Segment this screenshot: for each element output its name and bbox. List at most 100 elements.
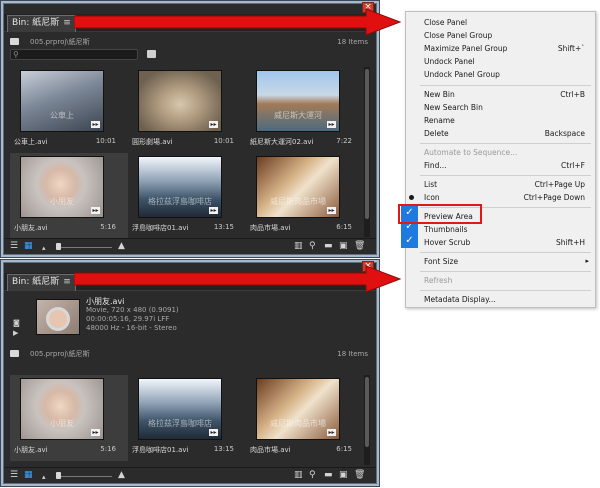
tab-label: Bin: 紙尼斯: [12, 277, 60, 287]
scrollbar-thumb[interactable]: [365, 69, 369, 219]
clip-item[interactable]: 威尼斯大運河 ▸▸ 紙尼斯大運河02.avi 7:22: [246, 67, 364, 153]
clip-item[interactable]: ▸▸ 圓形劇場.avi 10:01: [128, 67, 246, 153]
menu-item-list[interactable]: List Ctrl+Page Up: [406, 178, 595, 191]
video-badge-icon: ▸▸: [91, 121, 100, 128]
clip-duration: 5:16: [100, 445, 116, 453]
menu-item-rename[interactable]: Rename: [406, 114, 595, 127]
menu-item-new-bin[interactable]: New Bin Ctrl+B: [406, 88, 595, 101]
menu-item-maximize-panel-group[interactable]: Maximize Panel Group Shift+`: [406, 42, 595, 55]
icon-view-icon[interactable]: ▦: [24, 471, 33, 480]
clip-duration: 13:15: [213, 223, 234, 231]
screenshot-stage: × Bin: 紙尼斯≡ × 005.prproj\紙尼斯 18 Items ⚲ …: [0, 0, 600, 488]
thumbnail-watermark: 格拉茲浮島咖啡店: [148, 419, 212, 428]
clip-item-selected[interactable]: 小朋友 ▸▸ 小朋友.avi 5:16: [10, 153, 128, 239]
clip-name: 公車上.avi: [14, 138, 48, 146]
menu-item-font-size[interactable]: Font Size ▸: [406, 255, 595, 268]
clip-item-selected[interactable]: 小朋友 ▸▸ 小朋友.avi 5:16: [10, 375, 128, 461]
menu-item-hover-scrub[interactable]: Hover Scrub Shift+H: [406, 236, 595, 249]
video-badge-icon: ▸▸: [209, 121, 218, 128]
folder-icon: [10, 350, 19, 357]
clip-name: 圓形劇場.avi: [132, 138, 173, 146]
menu-item-find[interactable]: Find... Ctrl+F: [406, 159, 595, 172]
zoom-out-icon[interactable]: ▴: [42, 473, 46, 482]
zoom-slider-handle[interactable]: [56, 243, 61, 250]
scrollbar-thumb[interactable]: [365, 377, 369, 447]
tab-bin[interactable]: Bin: 紙尼斯 ≡: [7, 274, 76, 291]
automate-to-sequence-icon[interactable]: ▥: [294, 242, 303, 251]
video-badge-icon: ▸▸: [91, 207, 100, 214]
clip-thumbnail: 小朋友 ▸▸: [20, 156, 104, 218]
menu-item-metadata-display[interactable]: Metadata Display...: [406, 293, 595, 306]
child-face-image: [46, 307, 70, 331]
menu-item-refresh: Refresh: [424, 276, 453, 285]
menu-item-undock-panel-group[interactable]: Undock Panel Group: [406, 68, 595, 81]
search-row: ⚲: [10, 49, 370, 61]
preview-thumbnail: [36, 299, 80, 335]
menu-item-close-panel-group[interactable]: Close Panel Group: [406, 29, 595, 42]
clip-name: 紙尼斯大運河02.avi: [250, 138, 314, 146]
clip-thumbnail: 威尼斯大運河 ▸▸: [256, 70, 340, 132]
clip-item[interactable]: 威尼斯肉品市場 ▸▸ 肉品市場.avi 6:15: [246, 375, 364, 461]
panel-menu-icon[interactable]: ≡: [63, 16, 71, 31]
find-icon[interactable]: ⚲: [309, 242, 316, 251]
clip-item[interactable]: 格拉茲浮島咖啡店 ▸▸ 浮島咖啡店01.avi 13:15: [128, 375, 246, 461]
menu-item-close-panel[interactable]: Close Panel: [406, 16, 595, 29]
menu-item-delete[interactable]: Delete Backspace: [406, 127, 595, 140]
clip-item[interactable]: 公車上 ▸▸ 公車上.avi 10:01: [10, 67, 128, 153]
new-bin-icon[interactable]: [147, 50, 156, 58]
menu-item-icon[interactable]: Icon Ctrl+Page Down: [406, 191, 595, 204]
menu-item-undock-panel[interactable]: Undock Panel: [406, 55, 595, 68]
new-bin-icon[interactable]: ▬: [324, 471, 333, 480]
play-icon[interactable]: ▶: [13, 329, 22, 337]
zoom-in-icon[interactable]: ▲: [118, 471, 125, 480]
clip-thumbnail: 威尼斯肉品市場 ▸▸: [256, 378, 340, 440]
video-badge-icon: ▸▸: [209, 207, 218, 214]
red-arrow-bottom: [74, 265, 402, 293]
menu-item-new-search-bin[interactable]: New Search Bin: [406, 101, 595, 114]
search-input[interactable]: ⚲: [10, 49, 138, 60]
clip-name: 肉品市場.avi: [250, 224, 291, 232]
find-icon[interactable]: ⚲: [309, 471, 316, 480]
menu-separator: [420, 143, 591, 144]
zoom-out-icon[interactable]: ▴: [42, 244, 46, 253]
item-count: 18 Items: [337, 38, 368, 46]
panel-bottom-bar: ☰ ▦ ▴ ▲ ▥ ⚲ ▬ ▣ 🗑: [4, 467, 376, 483]
tab-bin[interactable]: Bin: 紙尼斯 ≡: [7, 15, 76, 32]
clip-item[interactable]: 格拉茲浮島咖啡店 ▸▸ 浮島咖啡店01.avi 13:15: [128, 153, 246, 239]
zoom-in-icon[interactable]: ▲: [118, 242, 125, 251]
thumbnail-watermark: 格拉茲浮島咖啡店: [148, 197, 212, 206]
clip-thumbnail: 格拉茲浮島咖啡店 ▸▸: [138, 378, 222, 440]
preview-area-highlight-box: [398, 204, 482, 224]
menu-separator: [420, 85, 591, 86]
clip-duration: 10:01: [213, 137, 234, 145]
new-item-icon[interactable]: ▣: [339, 242, 348, 251]
clip-duration: 10:01: [95, 137, 116, 145]
video-badge-icon: ▸▸: [209, 429, 218, 436]
preview-clip-name: 小朋友.avi: [86, 297, 125, 306]
clip-name: 肉品市場.avi: [250, 446, 291, 454]
zoom-slider-track[interactable]: [56, 476, 112, 477]
video-badge-icon: ▸▸: [91, 429, 100, 436]
menu-separator: [420, 175, 591, 176]
clip-name: 小朋友.avi: [14, 446, 48, 454]
new-bin-icon[interactable]: ▬: [324, 242, 333, 251]
delete-icon[interactable]: 🗑: [354, 242, 365, 251]
vertical-scrollbar[interactable]: [364, 67, 370, 237]
zoom-slider-handle[interactable]: [56, 472, 61, 479]
delete-icon[interactable]: 🗑: [354, 471, 365, 480]
search-icon: ⚲: [13, 50, 19, 59]
menu-separator: [420, 271, 591, 272]
automate-to-sequence-icon[interactable]: ▥: [294, 471, 303, 480]
vertical-scrollbar[interactable]: [364, 375, 370, 465]
clip-item[interactable]: 威尼斯肉品市場 ▸▸ 肉品市場.avi 6:15: [246, 153, 364, 239]
new-item-icon[interactable]: ▣: [339, 471, 348, 480]
panel-menu-icon[interactable]: ≡: [63, 275, 71, 290]
zoom-slider-track[interactable]: [56, 247, 112, 248]
menu-item-thumbnails[interactable]: Thumbnails: [406, 223, 595, 236]
poster-frame-icon[interactable]: ◙: [13, 319, 22, 327]
list-view-icon[interactable]: ☰: [10, 471, 18, 480]
list-view-icon[interactable]: ☰: [10, 242, 18, 251]
icon-view-icon[interactable]: ▦: [24, 242, 33, 251]
thumbnail-watermark: 威尼斯大運河: [274, 111, 322, 120]
red-arrow-top: [74, 8, 402, 36]
